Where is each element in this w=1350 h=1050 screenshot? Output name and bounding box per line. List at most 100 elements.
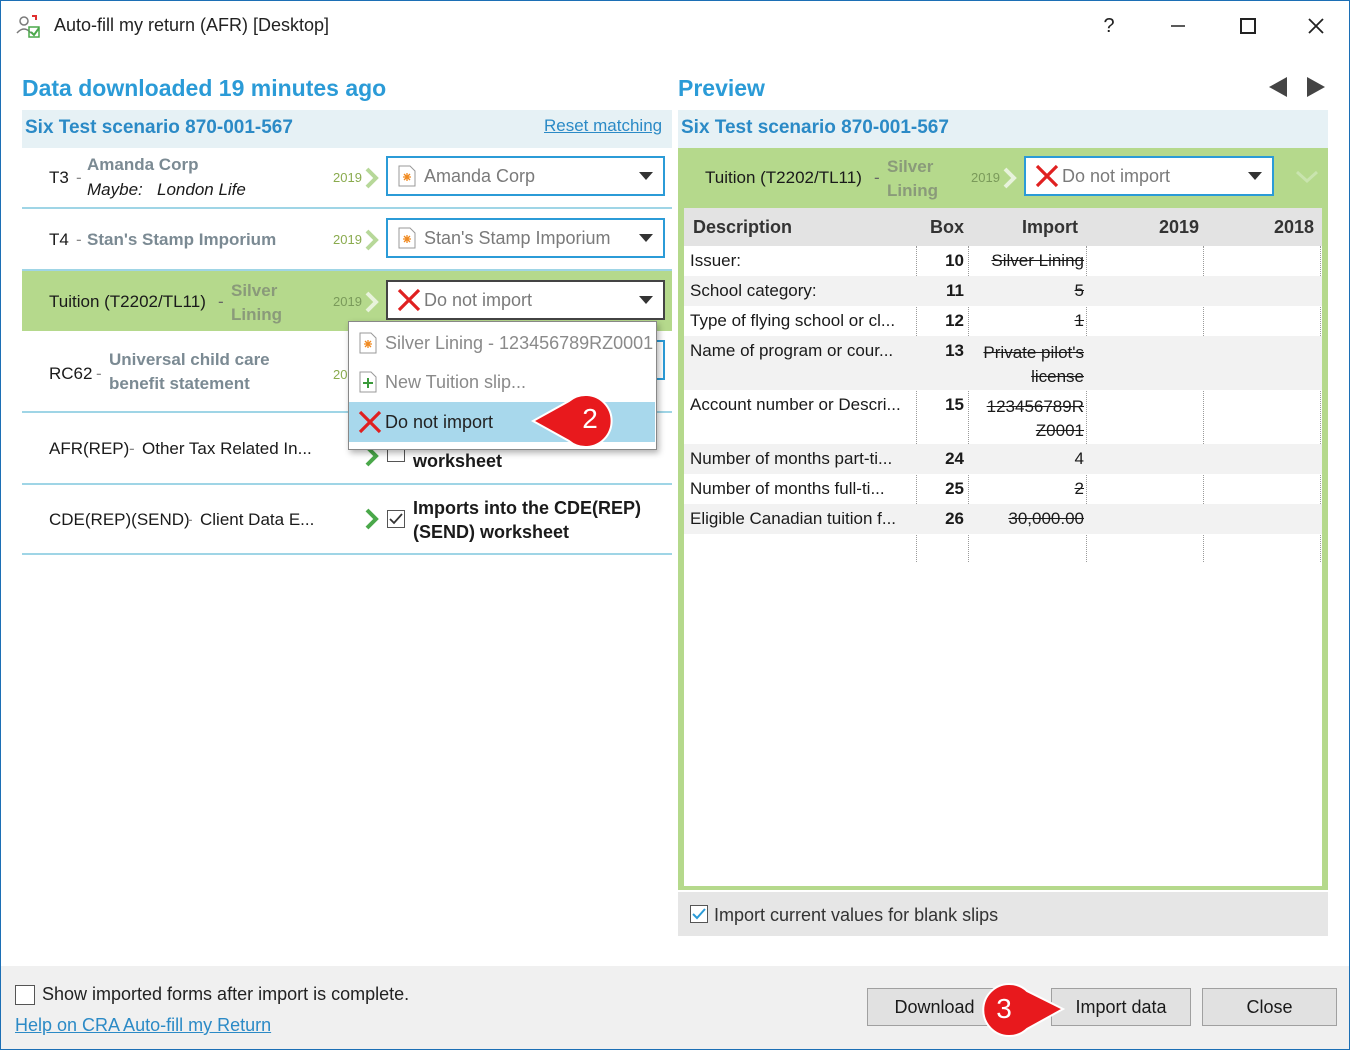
dropdown-caret-icon (639, 296, 653, 304)
callout-number-2: 2 (582, 403, 598, 434)
col-2019: 2019 (1159, 217, 1200, 237)
col-import: Import (1022, 217, 1078, 237)
preview-scenario-title: Six Test scenario 870-001-567 (681, 117, 949, 138)
row-dash: - (96, 364, 102, 383)
minimize-icon (1171, 25, 1185, 27)
row-dash: - (129, 439, 135, 458)
row-description: Eligible Canadian tuition f... (690, 509, 897, 528)
row-divider (22, 553, 672, 555)
dropdown-option-silver-lining[interactable]: Silver Lining - 123456789RZ0001 (349, 324, 655, 362)
dropdown-caret-icon (639, 172, 653, 180)
row-import: Silver Lining (991, 251, 1084, 270)
row-name: Client Data E... (200, 510, 315, 529)
match-combo[interactable]: Amanda Corp (386, 156, 665, 196)
preview-match-combo[interactable]: Do not import (1024, 156, 1274, 196)
row-box: 12 (945, 311, 964, 330)
row-box: 11 (946, 281, 964, 300)
preview-heading: Preview (678, 75, 765, 101)
row-description: Number of months full-ti... (690, 479, 885, 498)
row-name: Stan's Stamp Imporium (87, 230, 277, 249)
checkmark-icon (692, 908, 706, 920)
plus-icon (359, 371, 377, 393)
row-import: 5 (1074, 281, 1084, 300)
row-import: Private pilot's license (983, 343, 1084, 386)
table-row: Type of flying school or cl... 12 1 (684, 306, 1322, 336)
slip-icon (359, 332, 377, 354)
option-label: Do not import (385, 411, 494, 432)
row-maybe-value: London Life (157, 180, 246, 199)
row-import: 123456789R Z0001 (986, 397, 1084, 440)
import-text: worksheet (413, 451, 503, 471)
col-description: Description (693, 217, 793, 237)
next-arrow-icon[interactable] (1305, 76, 1327, 98)
option-label: New Tuition slip... (385, 371, 527, 392)
combo-value: Do not import (1062, 165, 1171, 186)
row-year: 2019 (333, 170, 362, 185)
x-icon (1035, 164, 1059, 188)
match-combo[interactable]: Do not import (386, 280, 665, 320)
row-import: 1 (1074, 311, 1084, 330)
previous-arrow-icon[interactable] (1267, 76, 1289, 98)
chevron-right-icon (1003, 167, 1017, 189)
row-code: AFR(REP) (49, 439, 130, 458)
preview-slip-name: Silver Lining (887, 157, 938, 200)
minimize-button[interactable] (1155, 1, 1201, 51)
row-description: School category: (690, 281, 817, 300)
table-row: Account number or Descri... 15 123456789… (684, 390, 1322, 444)
row-description: Name of program or cour... (690, 341, 894, 360)
slip-row-cde-rep-send[interactable]: CDE(REP)(SEND) - Client Data E... Import… (22, 486, 672, 552)
row-box: 13 (945, 341, 964, 360)
callout-badge-2 (530, 394, 613, 448)
preview-slip-year: 2019 (971, 170, 1000, 185)
row-dash: - (218, 292, 224, 311)
table-row: Number of months part-ti... 24 4 (684, 444, 1322, 474)
col-box: Box (930, 217, 965, 237)
table-row: School category: 11 5 (684, 276, 1322, 306)
chevron-right-icon (365, 291, 379, 313)
chevron-right-icon (365, 508, 379, 530)
show-forms-label: Show imported forms after import is comp… (42, 984, 410, 1004)
row-import: 4 (1074, 449, 1084, 468)
slip-row-t3[interactable]: T3 - Amanda Corp Maybe: London Life 2019… (22, 148, 672, 206)
import-data-button[interactable]: Import data (1051, 988, 1191, 1026)
checkmark-icon (389, 513, 403, 525)
row-dash: - (76, 168, 82, 187)
row-divider (22, 207, 672, 209)
reset-matching-link[interactable]: Reset matching (544, 116, 662, 136)
row-code: RC62 (49, 364, 93, 383)
slip-row-t4[interactable]: T4 - Stan's Stamp Imporium 2019 Stan's S… (22, 210, 672, 268)
row-code: T3 (49, 168, 69, 187)
blank-slips-label: Import current values for blank slips (714, 905, 999, 925)
title-bar: Auto-fill my return (AFR) [Desktop] ? (1, 1, 1349, 51)
help-button[interactable]: ? (1086, 1, 1132, 51)
row-description: Type of flying school or cl... (690, 311, 896, 330)
help-link[interactable]: Help on CRA Auto-fill my Return (15, 1015, 271, 1036)
left-heading: Data downloaded 19 minutes ago (22, 75, 387, 101)
preview-table: Description Box Import 2019 2018 Issuer:… (684, 208, 1322, 886)
table-row: Name of program or cour... 13 Private pi… (684, 336, 1322, 390)
left-scenario-title: Six Test scenario 870-001-567 (25, 117, 293, 138)
row-divider (22, 483, 672, 485)
row-box: 10 (945, 251, 964, 270)
close-button[interactable]: Close (1202, 988, 1337, 1026)
combo-value: Amanda Corp (424, 165, 536, 186)
row-name: Other Tax Related In... (142, 439, 312, 458)
match-combo[interactable]: Stan's Stamp Imporium (386, 218, 665, 258)
show-forms-checkbox[interactable] (15, 985, 35, 1005)
import-checkbox[interactable] (387, 510, 405, 528)
window-title: Auto-fill my return (AFR) [Desktop] (54, 15, 330, 35)
row-box: 26 (945, 509, 964, 528)
close-window-button[interactable] (1293, 1, 1339, 51)
preview-panel: Tuition (T2202/TL11) - Silver Lining 201… (678, 148, 1328, 890)
row-box: 15 (945, 395, 964, 414)
slip-icon (398, 165, 416, 187)
blank-slips-checkbox[interactable] (690, 905, 708, 923)
collapse-chevron-icon[interactable] (1295, 170, 1319, 184)
maximize-button[interactable] (1225, 1, 1271, 51)
row-description: Number of months part-ti... (690, 449, 893, 468)
row-box: 25 (945, 479, 964, 498)
x-icon (358, 410, 382, 434)
row-dash: - (187, 510, 193, 529)
row-year: 2019 (333, 294, 362, 309)
row-code: Tuition (T2202/TL11) (49, 292, 206, 311)
